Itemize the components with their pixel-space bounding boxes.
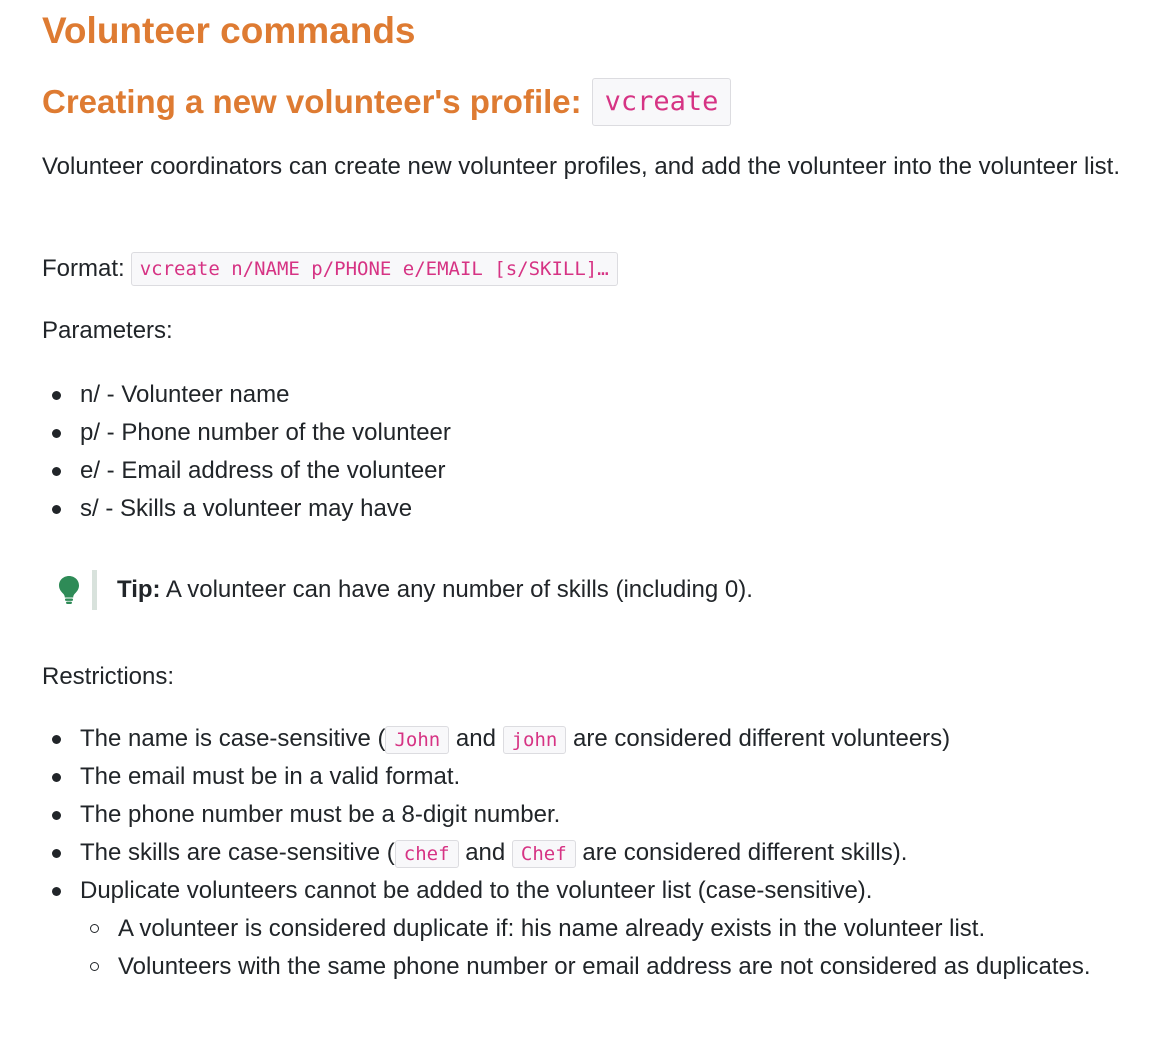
tip-divider <box>92 570 97 610</box>
tip-text: A volunteer can have any number of skill… <box>160 576 753 603</box>
sub-list-item: Volunteers with the same phone number or… <box>42 948 1152 986</box>
section-title: Creating a new volunteer's profile: vcre… <box>42 78 732 126</box>
format-label: Format: <box>42 255 125 282</box>
rule-text: are considered different skills). <box>575 839 908 866</box>
list-item: Duplicate volunteers cannot be added to … <box>42 872 1152 910</box>
list-item: e/ - Email address of the volunteer <box>42 452 1152 490</box>
list-item: n/ - Volunteer name <box>42 376 1152 414</box>
list-item: p/ - Phone number of the volunteer <box>42 414 1152 452</box>
list-item: The phone number must be a 8-digit numbe… <box>42 796 1152 834</box>
page-title: Volunteer commands <box>42 10 416 51</box>
list-item: The skills are case-sensitive (chef and … <box>42 834 1152 872</box>
section-title-text: Creating a new volunteer's profile: <box>42 83 582 120</box>
restrictions-label: Restrictions: <box>42 663 175 690</box>
tip-callout: Tip: A volunteer can have any number of … <box>58 570 753 610</box>
intro-paragraph: Volunteer coordinators can create new vo… <box>42 153 1120 180</box>
parameters-label: Parameters: <box>42 317 173 344</box>
rule-text: The skills are case-sensitive ( <box>80 839 395 866</box>
list-item: The email must be in a valid format. <box>42 758 1152 796</box>
format-line: Format: vcreate n/NAME p/PHONE e/EMAIL [… <box>42 250 1152 288</box>
rule-text: are considered different volunteers) <box>566 725 951 752</box>
inline-code: john <box>502 726 567 754</box>
list-item: The name is case-sensitive (John and joh… <box>42 720 1152 758</box>
rule-text: The name is case-sensitive ( <box>80 725 386 752</box>
restrictions-list: The name is case-sensitive (John and joh… <box>42 720 1152 986</box>
tip-label: Tip: <box>117 576 161 603</box>
command-code: vcreate <box>591 78 732 126</box>
inline-code: chef <box>394 840 459 868</box>
format-code: vcreate n/NAME p/PHONE e/EMAIL [s/SKILL]… <box>130 252 618 286</box>
sub-list-item: A volunteer is considered duplicate if: … <box>42 910 1152 948</box>
inline-code: John <box>385 726 450 754</box>
inline-code: Chef <box>511 840 576 868</box>
rule-text: and <box>449 725 503 752</box>
rule-text: and <box>458 839 512 866</box>
parameters-list: n/ - Volunteer name p/ - Phone number of… <box>42 376 1152 528</box>
list-item: s/ - Skills a volunteer may have <box>42 490 1152 528</box>
lightbulb-icon <box>58 575 80 605</box>
tip-content: Tip: A volunteer can have any number of … <box>117 571 753 609</box>
